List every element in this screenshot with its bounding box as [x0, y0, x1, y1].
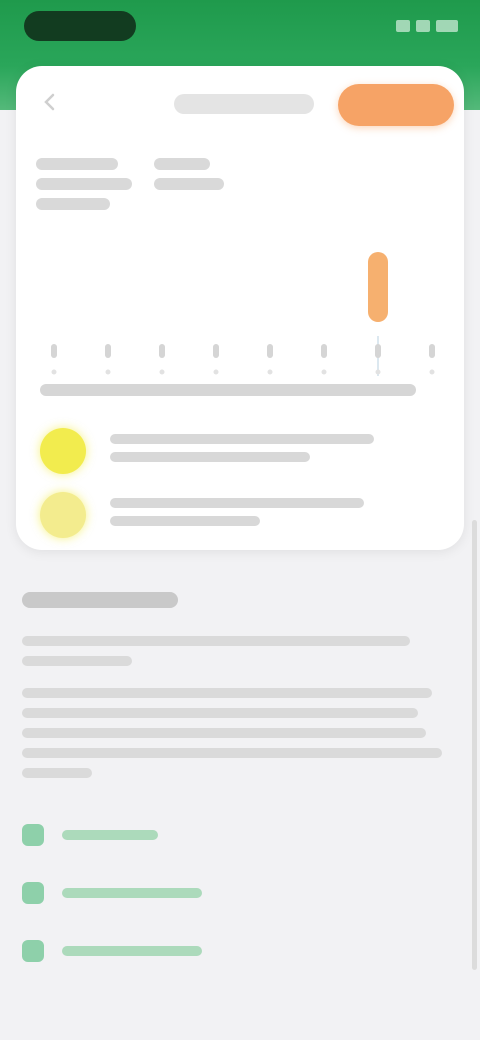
day-dot: [321, 369, 327, 375]
header-title: [174, 94, 314, 114]
summary-text: [40, 384, 416, 396]
wifi-icon: [416, 20, 430, 32]
tip-item[interactable]: [36, 486, 446, 546]
day-label: [213, 344, 219, 358]
card-header: [16, 66, 464, 146]
day-label: [159, 344, 165, 358]
scrollbar[interactable]: [472, 520, 477, 970]
day-dot: [429, 369, 435, 375]
battery-icon: [436, 20, 458, 32]
day-label: [51, 344, 57, 358]
day-column[interactable]: [213, 344, 219, 375]
day-column[interactable]: [159, 344, 165, 375]
selected-marker: [368, 252, 388, 322]
day-column[interactable]: [51, 344, 57, 375]
tip-text: [110, 498, 364, 534]
status-icons: [396, 20, 458, 32]
day-label: [375, 344, 381, 358]
link-label: [62, 830, 158, 840]
link-label: [62, 946, 202, 956]
day-column-selected[interactable]: [368, 252, 388, 376]
back-arrow-icon[interactable]: [38, 90, 62, 114]
day-label: [105, 344, 111, 358]
day-label: [321, 344, 327, 358]
day-dot: [375, 369, 381, 375]
day-column[interactable]: [429, 344, 435, 375]
day-label: [267, 344, 273, 358]
link-list: [22, 818, 442, 992]
link-label: [62, 888, 202, 898]
day-dot: [159, 369, 165, 375]
document-icon: [22, 940, 44, 962]
stat-secondary: [154, 158, 224, 198]
stat-primary: [36, 158, 132, 218]
sun-icon: [40, 492, 86, 538]
section-paragraph: [22, 636, 458, 666]
tip-item[interactable]: [36, 422, 446, 482]
main-card: [16, 66, 464, 550]
day-dot: [213, 369, 219, 375]
day-dot: [105, 369, 111, 375]
section-title: [22, 592, 178, 608]
section-paragraph: [22, 688, 458, 778]
day-column[interactable]: [105, 344, 111, 375]
status-bar: [0, 0, 480, 52]
document-icon: [22, 882, 44, 904]
link-item[interactable]: [22, 818, 442, 876]
day-label: [429, 344, 435, 358]
primary-action-button[interactable]: [338, 84, 454, 126]
weekly-chart[interactable]: [36, 216, 446, 386]
day-dot: [51, 369, 57, 375]
signal-icon: [396, 20, 410, 32]
link-item[interactable]: [22, 876, 442, 934]
status-time-pill: [24, 11, 136, 41]
day-dot: [267, 369, 273, 375]
document-icon: [22, 824, 44, 846]
day-column[interactable]: [321, 344, 327, 375]
tip-text: [110, 434, 374, 470]
sun-icon: [40, 428, 86, 474]
day-column[interactable]: [267, 344, 273, 375]
info-section: [22, 592, 458, 788]
link-item[interactable]: [22, 934, 442, 992]
